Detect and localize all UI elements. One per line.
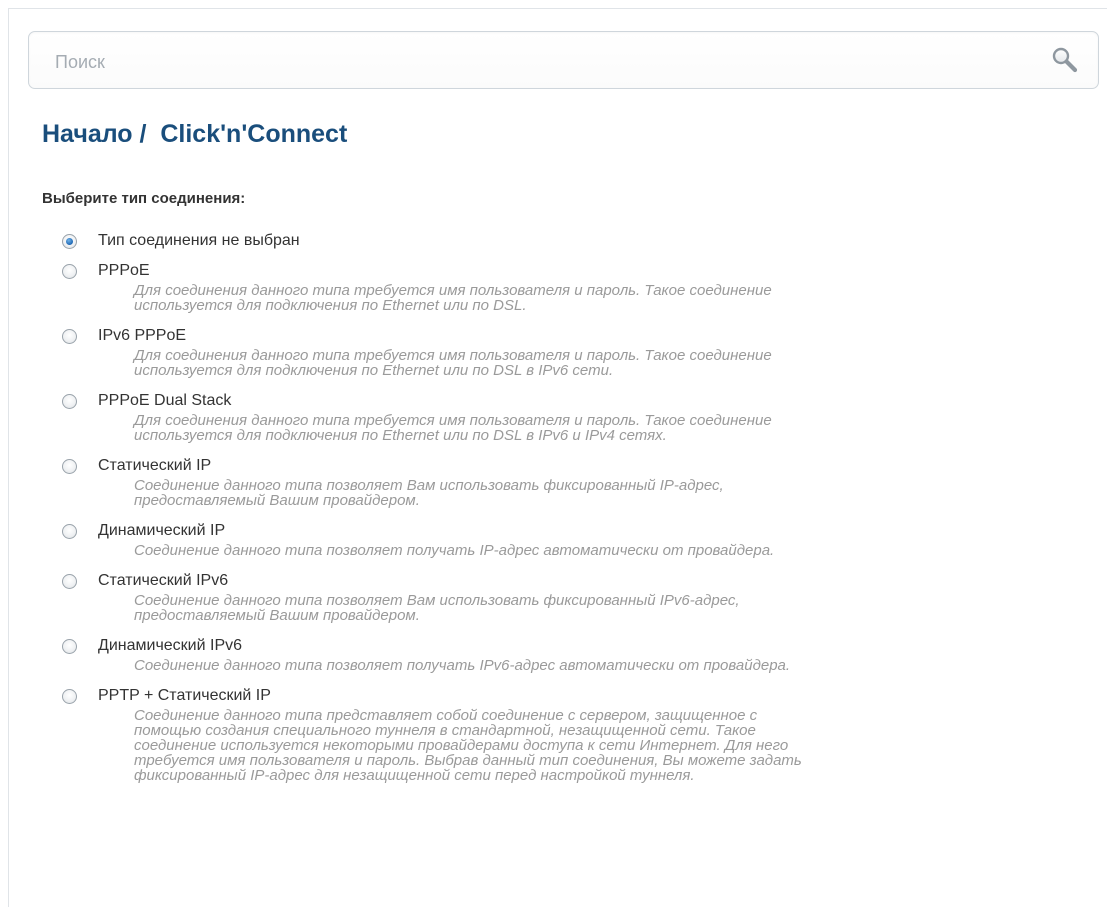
search-input[interactable] [53,48,1017,76]
radio-unchecked-icon[interactable] [62,523,77,539]
option-description: Для соединения данного типа требуется им… [134,282,772,314]
page-title: Начало / Click'n'Connect [42,120,348,148]
radio-unchecked-icon[interactable] [62,573,77,589]
option-dynamic-ip[interactable]: Динамический IP Соединение данного типа … [62,516,1092,566]
radio-unchecked-icon[interactable] [62,393,77,409]
option-description: Соединение данного типа позволяет Вам ис… [134,477,724,509]
radio-unchecked-icon[interactable] [62,328,77,344]
option-label: Динамический IP [98,522,226,539]
radio-unchecked-icon[interactable] [62,688,77,704]
option-ipv6-pppoe[interactable]: IPv6 PPPoE Для соединения данного типа т… [62,321,1092,386]
radio-unchecked-icon[interactable] [62,263,77,279]
option-label: Статический IPv6 [98,572,229,589]
search-box[interactable] [28,31,1099,89]
option-description: Для соединения данного типа требуется им… [134,347,772,379]
option-pppoe[interactable]: PPPoE Для соединения данного типа требуе… [62,256,1092,321]
option-static-ipv6[interactable]: Статический IPv6 Соединение данного типа… [62,566,1092,631]
option-label: PPPoE [98,262,150,279]
option-label: Динамический IPv6 [98,637,243,654]
connection-type-label: Выберите тип соединения: [42,190,246,207]
search-icon[interactable] [1050,45,1080,75]
option-no-connection[interactable]: Тип соединения не выбран [62,226,1092,256]
option-pptp-static-ip[interactable]: PPTP + Статический IP Соединение данного… [62,681,1092,791]
option-description: Соединение данного типа позволяет получа… [134,657,791,674]
radio-checked-icon[interactable] [62,233,77,249]
connection-type-list: Тип соединения не выбран PPPoE Для соеди… [62,226,1092,791]
radio-unchecked-icon[interactable] [62,458,77,474]
option-dynamic-ipv6[interactable]: Динамический IPv6 Соединение данного тип… [62,631,1092,681]
option-description: Соединение данного типа представляет соб… [134,707,802,784]
option-label: PPPoE Dual Stack [98,392,232,409]
option-description: Соединение данного типа позволяет Вам ис… [134,592,740,624]
option-label: Статический IP [98,457,212,474]
option-pppoe-dual-stack[interactable]: PPPoE Dual Stack Для соединения данного … [62,386,1092,451]
option-static-ip[interactable]: Статический IP Соединение данного типа п… [62,451,1092,516]
option-description: Соединение данного типа позволяет получа… [134,542,775,559]
option-description: Для соединения данного типа требуется им… [134,412,772,444]
radio-unchecked-icon[interactable] [62,638,77,654]
option-label: PPTP + Статический IP [98,687,271,704]
option-label: IPv6 PPPoE [98,327,187,344]
option-label: Тип соединения не выбран [98,232,300,249]
